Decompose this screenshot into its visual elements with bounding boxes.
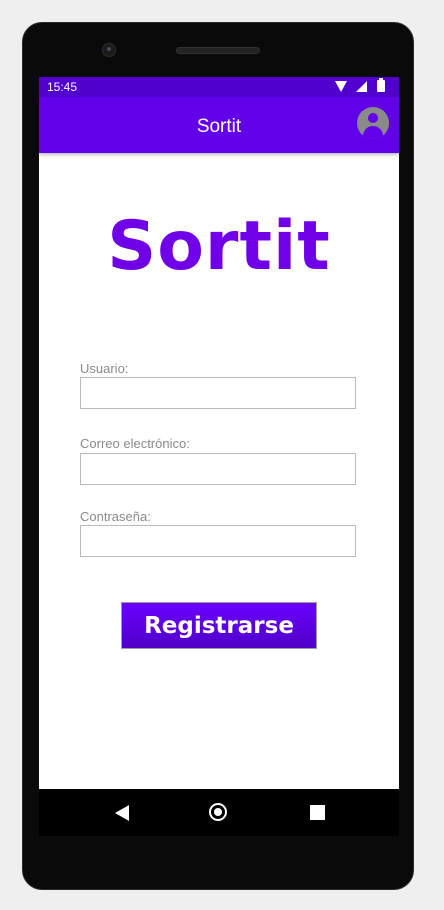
status-time: 15:45 <box>47 80 78 94</box>
battery-icon <box>377 78 385 92</box>
password-input[interactable] <box>80 525 356 557</box>
register-button[interactable]: Registrarse <box>121 602 317 649</box>
app-screen: 15:45 Sortit Sortit Usuario: Correo elec… <box>39 77 399 836</box>
account-body <box>363 126 383 139</box>
account-head <box>368 113 378 123</box>
password-label: Contraseña: <box>80 509 151 524</box>
app-bar-title: Sortit <box>196 116 242 137</box>
back-icon[interactable] <box>115 805 129 821</box>
username-input[interactable] <box>80 377 356 409</box>
username-label: Usuario: <box>80 361 129 376</box>
signal-icon <box>356 81 367 92</box>
status-bar: 15:45 <box>39 77 399 97</box>
camera-icon <box>102 43 116 57</box>
wifi-icon <box>335 81 347 92</box>
navigation-bar <box>39 789 399 836</box>
account-circle-icon[interactable] <box>357 107 389 139</box>
app-logo: Sortit <box>107 207 331 286</box>
app-bar: Sortit <box>39 97 399 153</box>
email-input[interactable] <box>80 453 356 485</box>
email-label: Correo electrónico: <box>80 436 190 451</box>
recents-icon[interactable] <box>310 805 325 820</box>
home-icon[interactable] <box>209 803 227 821</box>
speaker-grille <box>176 47 260 54</box>
